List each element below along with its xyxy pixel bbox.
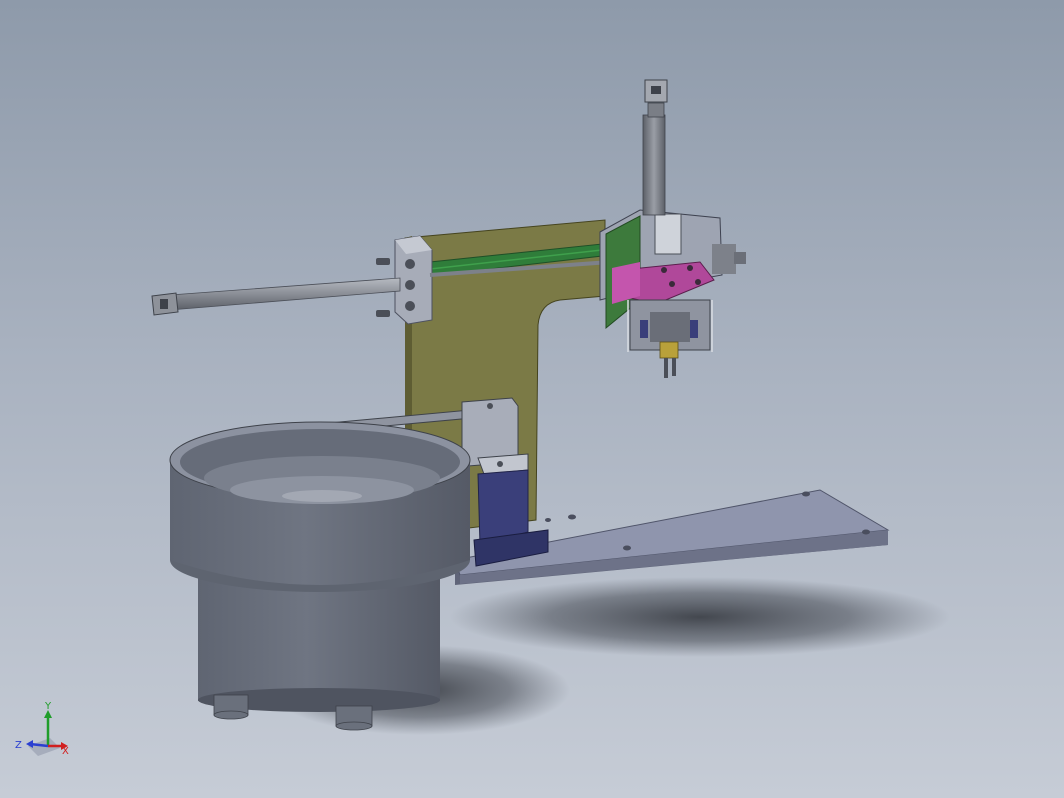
y-axis-label: Y <box>44 701 52 712</box>
vertical-cylinder[interactable] <box>642 79 668 216</box>
z-axis-label: Z <box>15 740 22 751</box>
cad-assembly-model[interactable] <box>0 0 1064 798</box>
vibratory-bowl[interactable] <box>169 421 471 731</box>
pick-head[interactable] <box>627 299 713 378</box>
x-axis-label: X <box>62 746 69 757</box>
coordinate-triad-icon: Y X Z <box>15 701 69 757</box>
graphics-viewport[interactable]: Y X Z <box>0 0 1064 798</box>
